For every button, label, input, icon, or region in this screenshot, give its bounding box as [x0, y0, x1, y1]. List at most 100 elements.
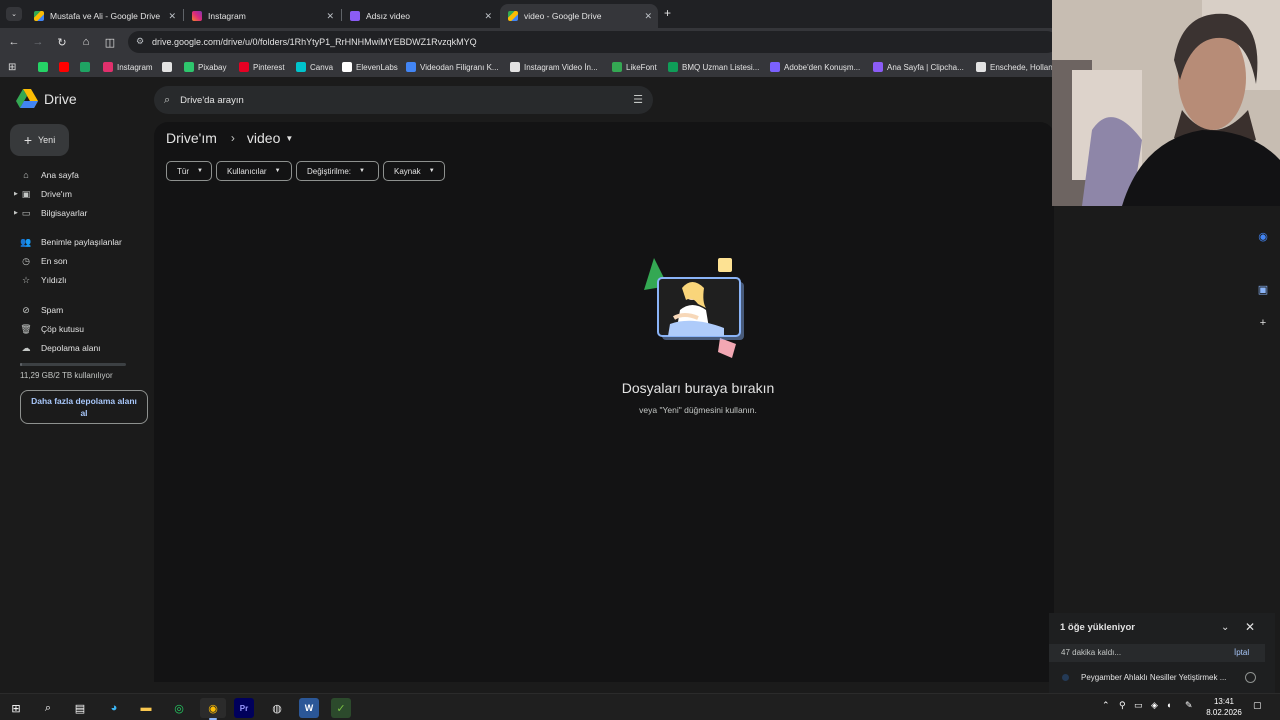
new-button[interactable]: + Yeni: [10, 124, 69, 156]
bookmark-item[interactable]: LikeFont: [612, 60, 657, 74]
close-icon[interactable]: ✕: [326, 11, 334, 22]
home-icon[interactable]: ⌂: [78, 34, 94, 50]
obs-icon[interactable]: ◍: [267, 698, 287, 718]
get-more-storage-button[interactable]: Daha fazla depolama alanı al: [20, 390, 148, 424]
bookmark-item[interactable]: Videodan Filigranı K...: [406, 60, 499, 74]
instagram-icon: [192, 11, 202, 21]
home-icon: ⌂: [23, 170, 29, 180]
volume-icon[interactable]: ◖: [1166, 700, 1171, 710]
contacts-icon[interactable]: ◉: [1257, 230, 1269, 243]
chrome-icon[interactable]: ◉: [200, 698, 226, 718]
file-explorer-icon[interactable]: ▬: [136, 698, 156, 718]
search-bar[interactable]: ⌕ Drive'da arayın ☰: [154, 86, 653, 114]
system-clock[interactable]: 13:41 8.02.2026: [1201, 696, 1247, 718]
task-view-icon[interactable]: ▤: [70, 698, 90, 718]
filter-source[interactable]: Kaynak ▼: [383, 161, 445, 181]
sidebar-item-spam[interactable]: ⊘ Spam: [14, 302, 63, 318]
edge-icon[interactable]: ◕: [104, 698, 124, 718]
address-bar[interactable]: ⚙ drive.google.com/drive/u/0/folders/1Rh…: [128, 31, 1058, 53]
bookmark-item[interactable]: Adobe'den Konuşm...: [770, 60, 860, 74]
breadcrumb-my-drive[interactable]: Drive'ım: [166, 130, 217, 146]
tray-overflow-icon[interactable]: ⌃: [1102, 700, 1110, 711]
forward-icon[interactable]: →: [30, 34, 46, 50]
bookmark-label: LikeFont: [626, 62, 657, 72]
bookmark-item[interactable]: Ana Sayfa | Clipcha...: [873, 60, 964, 74]
filter-label: Değiştirilme:: [307, 166, 352, 176]
cancel-upload-button[interactable]: İptal: [1234, 648, 1249, 657]
close-icon[interactable]: ✕: [1245, 620, 1255, 634]
close-icon[interactable]: ✕: [484, 11, 492, 22]
bookmark-item[interactable]: ElevenLabs: [342, 60, 398, 74]
map-icon: [976, 62, 986, 72]
bookmark-item[interactable]: [80, 60, 94, 74]
sidebar-item-my-drive[interactable]: ▶ ▣ Drive'ım: [14, 186, 72, 202]
back-icon[interactable]: ←: [6, 34, 22, 50]
new-tab-button[interactable]: +: [664, 6, 671, 20]
breadcrumb: Drive'ım › video ▼: [166, 130, 293, 146]
drive-logo[interactable]: Drive: [16, 89, 77, 109]
search-input[interactable]: Drive'da arayın: [180, 95, 244, 106]
search-icon[interactable]: ⌕: [38, 698, 58, 718]
bookmark-item[interactable]: Canva: [296, 60, 333, 74]
sidebar-item-cloud[interactable]: ☁ Depolama alanı: [14, 340, 101, 356]
bookmark-item[interactable]: [38, 60, 52, 74]
split-view-icon[interactable]: ◫: [102, 34, 118, 50]
close-icon[interactable]: ✕: [168, 11, 176, 22]
microphone-icon[interactable]: ⚲: [1119, 700, 1126, 711]
bookmark-label: Instagram Video İn...: [524, 62, 598, 72]
premiere-pro-icon[interactable]: Pr: [234, 698, 254, 718]
reload-icon[interactable]: ↻: [54, 34, 70, 50]
storage-meter: [20, 363, 126, 366]
bookmark-label: BMQ Uzman Listesi...: [682, 62, 760, 72]
bookmark-item[interactable]: [59, 60, 73, 74]
notifications-icon[interactable]: ▢: [1253, 700, 1262, 711]
tab-video-google-drive[interactable]: video - Google Drive ✕: [500, 4, 658, 28]
apps-icon[interactable]: ⊞: [8, 60, 16, 74]
bookmark-item[interactable]: [162, 60, 176, 74]
filter-type[interactable]: Tür ▼: [166, 161, 212, 181]
site-info-icon[interactable]: ⚙: [136, 36, 144, 47]
filter-modified[interactable]: Değiştirilme: ▼: [296, 161, 379, 181]
sidebar-item-trash[interactable]: 🗑 Çöp kutusu: [14, 321, 84, 337]
sidebar-item-clock[interactable]: ◷ En son: [14, 253, 67, 269]
bookmark-item[interactable]: Instagram Video İn...: [510, 60, 598, 74]
network-icon[interactable]: ◈: [1151, 700, 1158, 711]
tab-adsiz-video[interactable]: Adsız video ✕: [342, 4, 498, 28]
tab-instagram[interactable]: Instagram ✕: [184, 4, 340, 28]
windows-start-icon[interactable]: ⊞: [6, 698, 26, 718]
close-icon[interactable]: ✕: [644, 11, 652, 22]
sidebar-item-label: Bilgisayarlar: [41, 208, 88, 218]
tab-mustafa-ve-ali[interactable]: Mustafa ve Ali - Google Drive ✕: [26, 4, 182, 28]
bookmark-label: Pinterest: [253, 62, 285, 72]
google-drive-icon: [34, 11, 44, 21]
sidebar-item-star[interactable]: ☆ Yıldızlı: [14, 272, 67, 288]
caret-down-icon: ▼: [359, 168, 365, 174]
breadcrumb-current-folder[interactable]: video: [247, 130, 280, 146]
storage-usage-text: 11,29 GB/2 TB kullanılıyor: [20, 371, 113, 380]
bookmark-item[interactable]: Pinterest: [239, 60, 285, 74]
caret-down-icon[interactable]: ▼: [285, 134, 293, 143]
bookmark-item[interactable]: BMQ Uzman Listesi...: [668, 60, 759, 74]
collapse-icon[interactable]: ⌄: [1221, 622, 1229, 633]
sidebar-item-shared[interactable]: 👥 Benimle paylaşılanlar: [14, 234, 121, 250]
battery-icon[interactable]: ▭: [1134, 700, 1143, 711]
expand-arrow-icon[interactable]: ▶: [14, 210, 18, 216]
camtasia-icon[interactable]: ✓: [331, 698, 351, 718]
expand-arrow-icon[interactable]: ▶: [14, 191, 18, 197]
bookmark-item[interactable]: Pixabay: [184, 60, 226, 74]
whatsapp-icon[interactable]: ◎: [169, 698, 189, 718]
search-options-icon[interactable]: ☰: [633, 93, 643, 106]
keep-icon[interactable]: ▣: [1257, 283, 1269, 296]
plus-icon: +: [23, 132, 32, 148]
sidebar-item-computers[interactable]: ▶ ▭ Bilgisayarlar: [14, 205, 87, 221]
get-addons-icon[interactable]: +: [1257, 317, 1269, 329]
bookmark-item[interactable]: Enschede, Holland: [976, 60, 1057, 74]
sidebar-item-home[interactable]: ⌂ Ana sayfa: [14, 167, 79, 183]
bookmark-item[interactable]: Instagram: [103, 60, 153, 74]
word-icon[interactable]: W: [299, 698, 319, 718]
tab-search-button[interactable]: ⌄: [6, 7, 22, 21]
pen-icon[interactable]: ✎: [1185, 700, 1193, 711]
canva-icon: [296, 62, 306, 72]
search-icon[interactable]: ⌕: [164, 94, 170, 107]
filter-people[interactable]: Kullanıcılar ▼: [216, 161, 292, 181]
